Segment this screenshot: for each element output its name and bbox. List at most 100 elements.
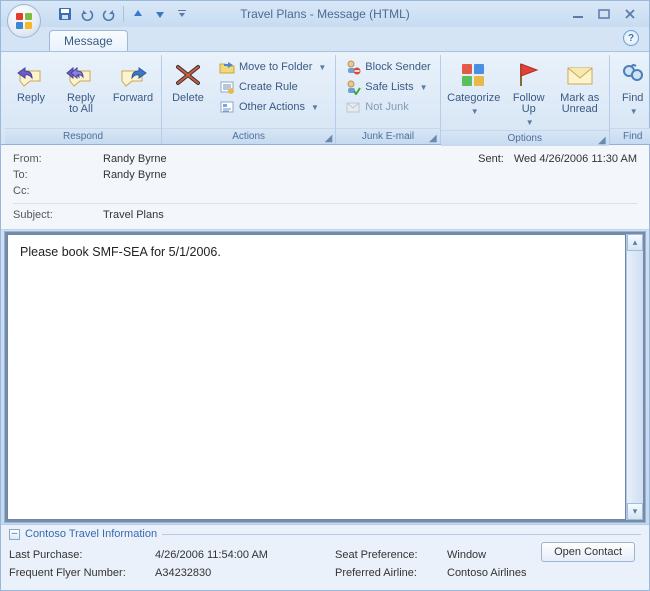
group-find-label: Find — [610, 128, 650, 144]
forward-button[interactable]: Forward — [109, 57, 157, 106]
prev-item-button[interactable] — [128, 4, 148, 24]
group-respond-label: Respond — [5, 128, 161, 144]
reply-button[interactable]: Reply — [9, 57, 53, 106]
cc-label: Cc: — [13, 185, 103, 197]
group-respond: Reply Reply to All Forward Respond — [5, 55, 162, 144]
minimize-button[interactable] — [569, 5, 587, 23]
block-sender-button[interactable]: Block Sender — [340, 57, 435, 77]
block-sender-icon — [345, 59, 361, 75]
minimize-icon — [572, 8, 584, 20]
dialog-launcher-icon[interactable]: ◢ — [325, 131, 333, 147]
save-button[interactable] — [55, 4, 75, 24]
next-item-button[interactable] — [150, 4, 170, 24]
up-arrow-icon: ▴ — [633, 237, 638, 248]
forward-label: Forward — [113, 93, 153, 104]
titlebar: Travel Plans - Message (HTML) — [1, 1, 649, 27]
dropdown-icon: ▼ — [318, 63, 326, 72]
not-junk-button[interactable]: Not Junk — [340, 97, 435, 117]
move-to-folder-icon — [219, 59, 235, 75]
create-rule-button[interactable]: Create Rule — [214, 77, 331, 97]
group-options-label: Options◢ — [441, 130, 609, 146]
categorize-label: Categorize — [447, 93, 500, 104]
message-window: Travel Plans - Message (HTML) Message ? … — [0, 0, 650, 591]
redo-button[interactable] — [99, 4, 119, 24]
block-sender-label: Block Sender — [365, 61, 430, 73]
mark-unread-button[interactable]: Mark as Unread — [555, 57, 605, 117]
airline-value: Contoso Airlines — [447, 567, 641, 579]
find-button[interactable]: Find ▼ — [614, 57, 650, 119]
close-button[interactable] — [621, 5, 639, 23]
undo-icon — [80, 7, 94, 21]
scroll-down-button[interactable]: ▾ — [627, 503, 643, 520]
group-find: Find ▼ Find — [610, 55, 650, 144]
forward-icon — [117, 59, 149, 91]
chevron-down-icon — [177, 9, 187, 19]
dialog-launcher-icon[interactable]: ◢ — [598, 133, 606, 149]
follow-up-button[interactable]: Follow Up ▼ — [507, 57, 551, 130]
up-arrow-icon — [132, 8, 144, 20]
collapse-button[interactable]: – — [9, 529, 20, 540]
other-actions-icon — [219, 99, 235, 115]
quick-access-toolbar — [55, 4, 192, 24]
tab-message[interactable]: Message — [49, 30, 128, 51]
dropdown-icon: ▼ — [311, 103, 319, 112]
categorize-icon — [458, 59, 490, 91]
window-controls — [569, 5, 649, 23]
to-label: To: — [13, 169, 103, 181]
dropdown-icon: ▼ — [420, 83, 428, 92]
close-icon — [624, 8, 636, 20]
group-options: Categorize ▼ Follow Up ▼ Mark as Unread … — [441, 55, 610, 144]
find-label: Find — [622, 93, 643, 104]
window-title: Travel Plans - Message (HTML) — [240, 7, 410, 21]
safe-lists-label: Safe Lists — [365, 81, 413, 93]
cc-value — [103, 185, 637, 197]
from-label: From: — [13, 153, 103, 165]
dropdown-icon: ▼ — [526, 117, 534, 128]
seat-pref-label: Seat Preference: — [335, 549, 447, 561]
reply-all-button[interactable]: Reply to All — [57, 57, 105, 117]
subject-value: Travel Plans — [103, 209, 637, 221]
panel-title: Contoso Travel Information — [25, 528, 157, 540]
create-rule-label: Create Rule — [239, 81, 298, 93]
airline-label: Preferred Airline: — [335, 567, 447, 579]
vertical-scrollbar[interactable]: ▴ ▾ — [626, 234, 643, 520]
move-to-folder-button[interactable]: Move to Folder ▼ — [214, 57, 331, 77]
not-junk-icon — [345, 99, 361, 115]
find-icon — [617, 59, 649, 91]
safe-lists-icon — [345, 79, 361, 95]
scroll-up-button[interactable]: ▴ — [627, 234, 643, 251]
delete-button[interactable]: Delete — [166, 57, 210, 106]
other-actions-label: Other Actions — [239, 101, 305, 113]
ribbon-tabs: Message ? — [1, 27, 649, 51]
office-logo-icon — [16, 13, 32, 29]
maximize-icon — [598, 8, 610, 20]
follow-up-label: Follow Up — [513, 93, 545, 115]
travel-info-panel: – Contoso Travel Information Open Contac… — [1, 524, 649, 590]
body-container: Please book SMF-SEA for 5/1/2006. ▴ ▾ — [4, 231, 646, 523]
office-button[interactable] — [7, 4, 41, 38]
undo-button[interactable] — [77, 4, 97, 24]
group-actions-label: Actions◢ — [162, 128, 335, 144]
group-junk-label: Junk E-mail◢ — [336, 128, 439, 144]
message-body[interactable]: Please book SMF-SEA for 5/1/2006. — [7, 234, 626, 520]
qat-customize-button[interactable] — [172, 4, 192, 24]
panel-header: – Contoso Travel Information — [9, 528, 641, 540]
maximize-button[interactable] — [595, 5, 613, 23]
redo-icon — [102, 7, 116, 21]
move-to-folder-label: Move to Folder — [239, 61, 312, 73]
safe-lists-button[interactable]: Safe Lists ▼ — [340, 77, 435, 97]
create-rule-icon — [219, 79, 235, 95]
help-icon: ? — [628, 33, 634, 44]
help-button[interactable]: ? — [623, 30, 639, 46]
open-contact-button[interactable]: Open Contact — [541, 542, 635, 562]
ffn-label: Frequent Flyer Number: — [9, 567, 155, 579]
dialog-launcher-icon[interactable]: ◢ — [429, 131, 437, 147]
dropdown-icon: ▼ — [630, 106, 638, 117]
body-text: Please book SMF-SEA for 5/1/2006. — [20, 245, 221, 259]
last-purchase-value: 4/26/2006 11:54:00 AM — [155, 549, 335, 561]
other-actions-button[interactable]: Other Actions ▼ — [214, 97, 331, 117]
down-arrow-icon — [154, 8, 166, 20]
dropdown-icon: ▼ — [471, 106, 479, 117]
categorize-button[interactable]: Categorize ▼ — [445, 57, 503, 119]
mark-unread-icon — [564, 59, 596, 91]
